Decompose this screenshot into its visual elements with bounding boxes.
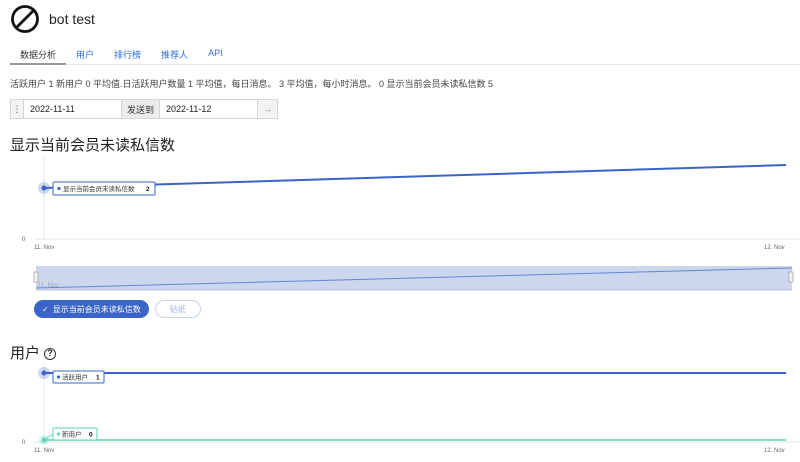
y-tick-label: 0 xyxy=(22,237,26,243)
tooltip-value: 0 xyxy=(89,432,93,439)
chart2-title: 用户? xyxy=(10,342,57,363)
date-range-picker: ⋮ 2022-11-11 发送到 2022-11-12 → xyxy=(10,99,278,119)
data-point xyxy=(41,370,47,376)
tab-bar: 数据分析 用户 排行榜 推荐人 API xyxy=(10,43,800,65)
unread-messages-chart[interactable]: 0 显示当前会员未读私信数 2 11. Nov 12. Nov xyxy=(0,155,800,255)
tab-users[interactable]: 用户 xyxy=(66,43,104,64)
drag-handle-icon[interactable]: ⋮ xyxy=(10,99,24,119)
x-tick-label: 12. Nov xyxy=(764,245,785,251)
x-tick-label: 12. Nov xyxy=(764,448,785,454)
tab-referrers[interactable]: 推荐人 xyxy=(151,43,198,64)
tab-leaderboard[interactable]: 排行榜 xyxy=(104,43,151,64)
tooltip-value: 2 xyxy=(146,186,150,193)
users-chart[interactable]: 0 活跃用户 1 新用户 0 11. Nov 12. Nov xyxy=(0,362,800,462)
tab-api[interactable]: API xyxy=(198,43,233,64)
chart2-title-text: 用户 xyxy=(10,345,41,362)
check-icon: ✓ xyxy=(42,304,49,314)
stats-summary: 活跃用户 1 新用户 0 平均值.日活跃用户数量 1 平均值，每日消息。 3 平… xyxy=(10,79,494,89)
chart1-title: 显示当前会员未读私信数 xyxy=(10,137,176,154)
navigator-handle-right xyxy=(788,271,794,283)
arrow-right-icon[interactable]: → xyxy=(258,99,278,119)
tooltip-value: 1 xyxy=(96,375,100,382)
range-navigator[interactable]: 11. Nov xyxy=(0,263,800,293)
app-title: bot test xyxy=(49,11,95,27)
tooltip-series: 活跃用户 xyxy=(62,373,88,382)
question-circle-icon[interactable]: ? xyxy=(44,348,57,361)
legend-toggle-stickers[interactable]: 贴纸 xyxy=(154,300,201,318)
chart1-legend: ✓ 显示当前会员未读私信数 贴纸 xyxy=(34,300,201,318)
data-point xyxy=(41,185,47,191)
navigator-label: 11. Nov xyxy=(38,283,58,289)
x-tick-label: 11. Nov xyxy=(34,448,54,454)
tooltip-series: 显示当前会员未读私信数 xyxy=(63,184,135,193)
date-separator-label: 发送到 xyxy=(122,99,160,119)
tab-analytics[interactable]: 数据分析 xyxy=(10,43,67,65)
tooltip-series: 新用户 xyxy=(62,430,82,439)
start-date-input[interactable]: 2022-11-11 xyxy=(24,99,122,119)
y-tick-label: 0 xyxy=(22,440,26,446)
legend-label: 显示当前会员未读私信数 xyxy=(52,304,141,314)
navigator-handle-left xyxy=(33,271,39,283)
x-tick-label: 11. Nov xyxy=(34,245,54,251)
end-date-input[interactable]: 2022-11-12 xyxy=(160,99,258,119)
ban-icon xyxy=(11,5,39,33)
app-header: bot test xyxy=(10,4,95,34)
legend-toggle-unread[interactable]: ✓ 显示当前会员未读私信数 xyxy=(34,300,149,318)
